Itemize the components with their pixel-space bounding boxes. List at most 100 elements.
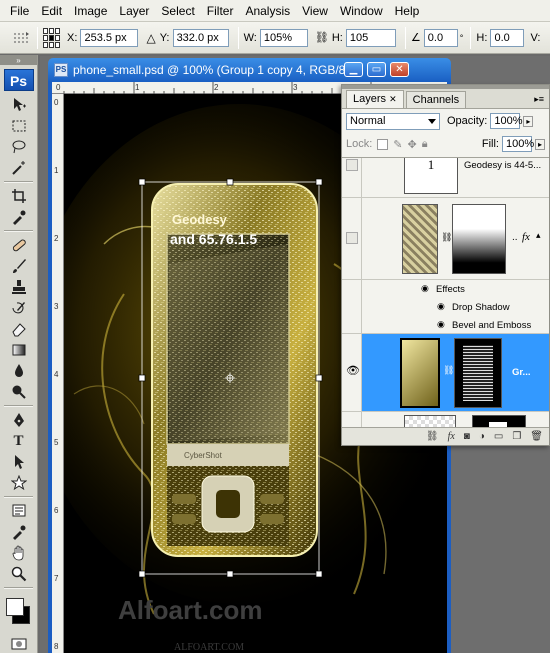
layer-row-selected[interactable]: 👁︎ ⛓ Gr... (342, 334, 549, 412)
rotate-angle-field[interactable]: 0.0 (423, 28, 458, 47)
visibility-toggle[interactable] (342, 280, 362, 298)
lock-position-icon[interactable]: ✥ (408, 138, 417, 151)
minimize-button[interactable]: ▁ (344, 62, 363, 77)
maximize-button[interactable]: ▭ (367, 62, 386, 77)
foreground-color-swatch[interactable] (6, 598, 24, 616)
expand-arrow-icon[interactable]: ▴ (536, 230, 541, 241)
menu-filter[interactable]: Filter (201, 0, 240, 22)
close-button[interactable]: ✕ (390, 62, 409, 77)
layer-row[interactable] (342, 412, 549, 427)
magic-wand-icon[interactable] (9, 158, 29, 178)
brush-tool-icon[interactable] (9, 256, 29, 276)
fill-arrow-icon[interactable]: ▸ (534, 138, 545, 150)
eyedropper-tool-icon[interactable] (9, 207, 29, 227)
layer-name[interactable]: Geodesy is 44-5... (464, 160, 541, 171)
menu-image[interactable]: Image (68, 0, 113, 22)
menu-view[interactable]: View (296, 0, 334, 22)
effect-eye-icon[interactable]: ◉ (421, 283, 429, 294)
move-tool-icon[interactable] (9, 95, 29, 115)
move-transform-icon[interactable] (10, 28, 32, 48)
height-field[interactable]: 105 (345, 28, 396, 47)
adjustment-layer-icon[interactable]: ◑ (479, 431, 485, 442)
bevel-emboss-label[interactable]: Bevel and Emboss (452, 320, 531, 331)
clone-stamp-icon[interactable] (9, 277, 29, 297)
blend-mode-select[interactable]: Normal (346, 112, 440, 130)
mask-link-icon[interactable]: ⛓ (443, 365, 454, 376)
link-icon[interactable]: ⛓ (315, 31, 329, 44)
custom-shape-icon[interactable] (9, 473, 29, 493)
effect-row[interactable]: ◉ Bevel and Emboss (342, 316, 549, 334)
tab-layers[interactable]: Layers ✕ (346, 90, 404, 108)
delta-icon[interactable]: △ (146, 31, 155, 45)
lock-pixels-icon[interactable]: ✎ (393, 138, 402, 151)
visibility-toggle[interactable]: 👁︎ (342, 334, 362, 411)
gradient-tool-icon[interactable] (9, 340, 29, 360)
visibility-toggle[interactable] (342, 298, 362, 316)
effect-eye-icon[interactable]: ◉ (437, 319, 445, 330)
opacity-field[interactable]: 100% (490, 113, 523, 129)
y-position-field[interactable]: 332.0 px (172, 28, 229, 47)
effect-eye-icon[interactable]: ◉ (437, 301, 445, 312)
width-field[interactable]: 105% (259, 28, 308, 47)
lasso-tool-icon[interactable] (9, 137, 29, 157)
add-mask-icon[interactable]: ◙ (464, 431, 470, 442)
x-position-field[interactable]: 253.5 px (80, 28, 139, 47)
menu-help[interactable]: Help (389, 0, 426, 22)
delete-layer-icon[interactable]: 🗑︎ (530, 431, 543, 442)
dodge-tool-icon[interactable] (9, 382, 29, 402)
new-layer-icon[interactable]: ❐ (512, 431, 521, 442)
panel-grip[interactable]: » (0, 55, 37, 65)
marquee-tool-icon[interactable] (9, 116, 29, 136)
lock-all-icon[interactable]: 🔒︎ (422, 138, 428, 151)
menu-edit[interactable]: Edit (35, 0, 68, 22)
lock-transparency-icon[interactable] (377, 138, 389, 150)
blur-tool-icon[interactable] (9, 361, 29, 381)
link-layers-icon[interactable]: ⛓ (426, 431, 439, 442)
blend-row: Normal Opacity: 100% ▸ (342, 109, 549, 133)
ruler-label: 1 (54, 166, 59, 175)
type-tool-icon[interactable]: T (9, 431, 29, 451)
quick-mask-icon[interactable] (9, 634, 29, 653)
menu-layer[interactable]: Layer (113, 0, 155, 22)
opacity-arrow-icon[interactable]: ▸ (523, 115, 534, 127)
ruler-vertical[interactable]: 0 1 2 3 4 5 6 7 8 (52, 94, 64, 653)
healing-brush-icon[interactable] (9, 235, 29, 255)
lock-row: Lock: ✎ ✥ 🔒︎ Fill: 100% ▸ (342, 133, 549, 155)
drop-shadow-label[interactable]: Drop Shadow (452, 302, 510, 313)
menu-analysis[interactable]: Analysis (239, 0, 296, 22)
menu-select[interactable]: Select (155, 0, 200, 22)
fx-icon[interactable]: fx (522, 231, 530, 243)
pen-tool-icon[interactable] (9, 410, 29, 430)
new-group-icon[interactable]: ▭ (494, 431, 503, 442)
layer-row[interactable]: 1 Geodesy is 44-5... (342, 158, 549, 198)
eraser-tool-icon[interactable] (9, 319, 29, 339)
layer-row[interactable]: ⛓ .. fx ▴ (342, 198, 549, 280)
notes-tool-icon[interactable] (9, 501, 29, 521)
close-icon[interactable]: ✕ (389, 94, 397, 104)
history-brush-icon[interactable] (9, 298, 29, 318)
reference-point-icon[interactable] (43, 27, 63, 48)
menu-window[interactable]: Window (334, 0, 389, 22)
document-title-bar[interactable]: PS phone_small.psd @ 100% (Group 1 copy … (48, 58, 451, 82)
hand-tool-icon[interactable] (9, 543, 29, 563)
tab-channels[interactable]: Channels (405, 91, 467, 108)
horizontal-skew-field[interactable]: 0.0 (490, 28, 525, 47)
visibility-toggle[interactable] (342, 316, 362, 333)
add-style-icon[interactable]: fx (448, 431, 455, 442)
mask-link-icon[interactable]: ⛓ (441, 232, 452, 243)
fill-field[interactable]: 100% (501, 136, 534, 152)
separator (37, 26, 38, 49)
crop-tool-icon[interactable] (9, 186, 29, 206)
visibility-toggle[interactable] (342, 158, 362, 197)
effect-row[interactable]: ◉ Drop Shadow (342, 298, 549, 316)
color-sampler-icon[interactable] (9, 522, 29, 542)
menu-file[interactable]: File (4, 0, 35, 22)
zoom-tool-icon[interactable] (9, 564, 29, 584)
ruler-label: 3 (54, 302, 59, 311)
panel-menu-icon[interactable]: ▸≡ (534, 94, 544, 105)
layer-name[interactable]: Gr... (512, 367, 530, 378)
visibility-toggle[interactable] (342, 198, 362, 279)
path-selection-icon[interactable] (9, 452, 29, 472)
visibility-toggle[interactable] (342, 412, 362, 427)
effects-row[interactable]: ◉ Effects (342, 280, 549, 298)
